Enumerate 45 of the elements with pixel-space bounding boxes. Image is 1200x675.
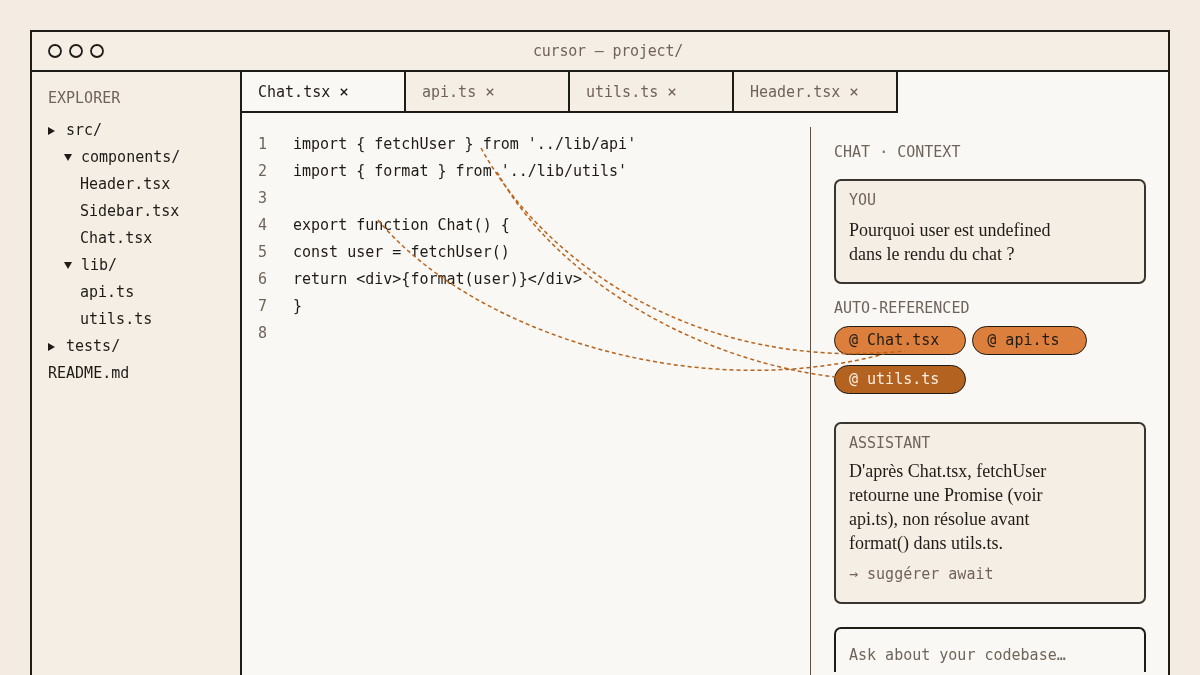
- message-author: YOU: [849, 190, 877, 210]
- line-number: 7: [258, 296, 269, 317]
- panel-heading: CHAT · CONTEXT: [834, 142, 961, 163]
- window-control-button[interactable]: [69, 44, 83, 58]
- folder-item[interactable]: tests/: [48, 333, 121, 360]
- file-item[interactable]: api.ts: [80, 279, 135, 306]
- window-control-button[interactable]: [48, 44, 62, 58]
- chat-input[interactable]: Ask about your codebase…: [834, 627, 1146, 672]
- folder-item[interactable]: src/: [48, 117, 103, 144]
- section-heading: AUTO-REFERENCED: [834, 298, 970, 318]
- code-line: }: [293, 296, 303, 317]
- code-line: return <div>{format(user)}</div>: [293, 269, 582, 290]
- line-number: 8: [258, 323, 269, 344]
- message-text: Pourquoi user est undefined dans le rendu du chat ?: [849, 219, 1052, 266]
- message-author: ASSISTANT: [849, 433, 931, 453]
- tab[interactable]: utils.ts: [570, 72, 734, 113]
- file-item[interactable]: Chat.tsx: [80, 225, 153, 252]
- line-number: 4: [258, 215, 269, 236]
- file-reference-chip[interactable]: @ Chat.tsx: [834, 326, 967, 355]
- line-number: 5: [258, 242, 269, 263]
- file-item[interactable]: README.md: [48, 360, 130, 387]
- suggestion-link[interactable]: → suggérer await: [849, 564, 994, 584]
- folder-item[interactable]: components/: [64, 144, 181, 171]
- line-number: 3: [258, 188, 269, 209]
- tab[interactable]: Chat.tsx: [242, 72, 406, 113]
- window-control-button[interactable]: [90, 44, 104, 58]
- line-number: 6: [258, 269, 269, 290]
- tab[interactable]: Header.tsx: [734, 72, 898, 113]
- window-title: cursor — project/: [532, 42, 684, 60]
- folder-item[interactable]: lib/: [64, 252, 118, 279]
- file-reference-chip[interactable]: @ api.ts: [972, 326, 1087, 355]
- line-number: 2: [258, 161, 269, 182]
- code-line: export function Chat() {: [293, 215, 510, 236]
- file-item[interactable]: Sidebar.tsx: [80, 198, 180, 225]
- close-icon[interactable]: [340, 87, 349, 96]
- line-number: 1: [258, 134, 269, 155]
- tab[interactable]: api.ts: [406, 72, 570, 113]
- code-line: import { fetchUser } from '../lib/api': [293, 134, 637, 155]
- code-line: import { format } from '../lib/utils': [293, 161, 628, 182]
- explorer-heading: EXPLORER: [48, 88, 121, 109]
- file-reference-chip[interactable]: @ utils.ts: [834, 365, 967, 394]
- message-text: D'après Chat.tsx, fetchUser retourne une Promise (voir api.ts), non résolue avant format() dans utils.ts.: [849, 460, 1048, 555]
- file-item[interactable]: utils.ts: [80, 306, 153, 333]
- file-item[interactable]: Header.tsx: [80, 171, 171, 198]
- code-line: const user = fetchUser(): [293, 242, 510, 263]
